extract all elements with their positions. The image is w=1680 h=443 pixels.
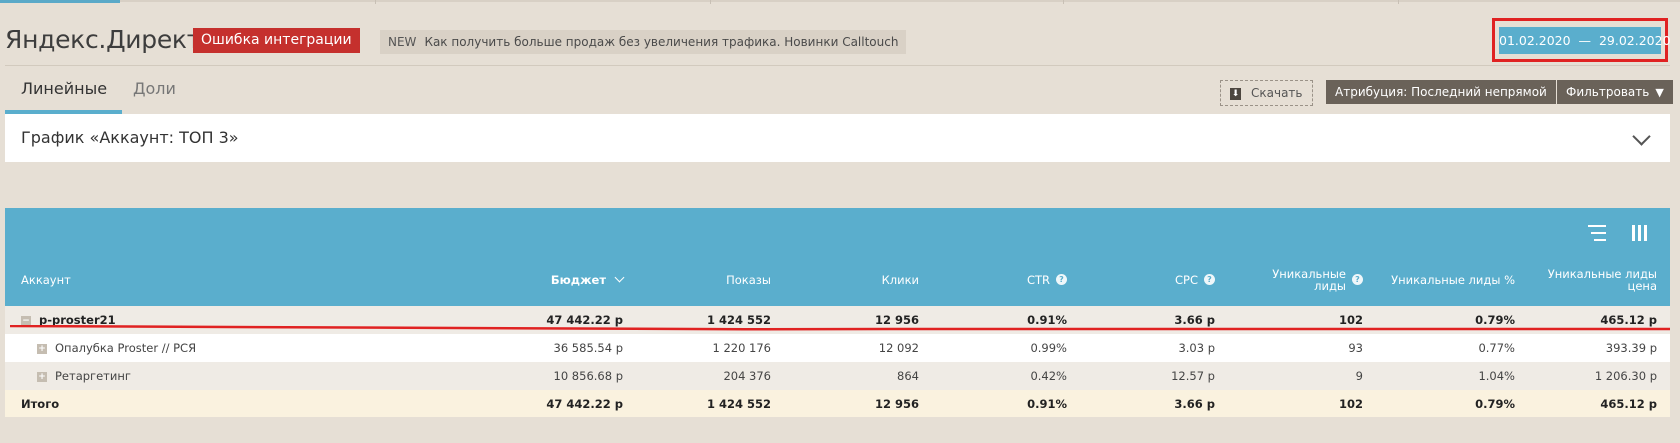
download-label: Скачать (1251, 86, 1303, 100)
unique-leads-pct-cell: 0.77% (1478, 341, 1515, 355)
cpc-cell: 3.66 р (1174, 397, 1215, 411)
col-header-cpc-label: CPC (1175, 272, 1198, 287)
cpc-cell: 12.57 р (1171, 369, 1215, 383)
col-header-ctr-label: CTR (1026, 272, 1050, 287)
help-icon[interactable]: ? (1056, 274, 1067, 285)
page-header: Яндекс.Директ Ошибка интеграции NEW Как п… (0, 22, 1680, 62)
stats-table: Аккаунт Бюджет Показы Клики CTR? CPC? Ун… (5, 208, 1670, 417)
budget-cell: 47 442.22 р (546, 397, 623, 411)
col-header-cpc[interactable]: CPC? (1071, 253, 1215, 306)
expand-icon[interactable]: + (37, 371, 47, 382)
date-range-button[interactable]: 01.02.2020 — 29.02.2020 (1499, 27, 1671, 54)
ctr-cell: 0.99% (1030, 341, 1067, 355)
graph-title: График «Аккаунт: ТОП 3» (21, 128, 239, 147)
graph-panel[interactable]: График «Аккаунт: ТОП 3» (5, 114, 1670, 162)
col-header-unique-leads-label: Уникальные лиды (1272, 266, 1346, 293)
col-header-budget[interactable]: Бюджет (405, 253, 625, 306)
sort-desc-icon (614, 272, 625, 283)
news-text: Как получить больше продаж без увеличени… (424, 35, 899, 49)
table-total-row: Итого 47 442.22 р 1 424 552 12 956 0.91%… (5, 390, 1670, 417)
expand-icon[interactable]: + (37, 343, 47, 354)
news-tag: NEW (388, 35, 417, 49)
campaign-cell: + Ретаргетинг (37, 362, 337, 390)
cpc-cell: 3.03 р (1178, 341, 1215, 355)
top-separator (710, 0, 711, 4)
unique-leads-price-cell: 465.12 р (1600, 397, 1657, 411)
unique-leads-cell: 9 (1355, 369, 1363, 383)
sort-lines-icon[interactable] (1588, 225, 1606, 241)
ctr-cell: 0.42% (1030, 369, 1067, 383)
header-divider (5, 65, 1670, 66)
col-header-unique-leads-price[interactable]: Уникальные лиды цена (1517, 253, 1657, 306)
unique-leads-cell: 93 (1348, 341, 1363, 355)
news-banner[interactable]: NEW Как получить больше продаж без увелич… (380, 30, 907, 54)
clicks-cell: 864 (897, 369, 919, 383)
impressions-cell: 204 376 (723, 369, 771, 383)
col-header-budget-label: Бюджет (550, 272, 606, 287)
ctr-cell: 0.91% (1027, 397, 1067, 411)
page-title: Яндекс.Директ (5, 25, 201, 54)
top-separator (1063, 0, 1064, 4)
col-header-account[interactable]: Аккаунт (21, 253, 321, 306)
red-underline-annotation (10, 325, 1670, 331)
filter-button[interactable]: Фильтровать ▼ (1557, 80, 1673, 104)
help-icon[interactable]: ? (1204, 274, 1215, 285)
clicks-cell: 12 092 (878, 341, 919, 355)
top-separator (375, 0, 376, 4)
col-header-impressions[interactable]: Показы (625, 253, 771, 306)
download-button[interactable]: ⬇ Скачать (1220, 80, 1313, 106)
campaign-name: Опалубка Proster // РСЯ (55, 341, 197, 355)
top-progress-line (0, 0, 1680, 4)
funnel-icon: ▼ (1655, 86, 1664, 99)
budget-cell: 10 856.68 р (553, 369, 623, 383)
col-header-unique-leads[interactable]: Уникальные лиды? (1219, 253, 1363, 306)
col-header-clicks[interactable]: Клики (775, 253, 919, 306)
collapse-icon[interactable]: − (21, 315, 31, 326)
help-icon[interactable]: ? (1352, 274, 1363, 285)
top-active-segment (0, 0, 120, 3)
col-header-ctr[interactable]: CTR? (923, 253, 1067, 306)
total-label: Итого (21, 397, 60, 411)
impressions-cell: 1 424 552 (706, 397, 771, 411)
table-row[interactable]: + Ретаргетинг 10 856.68 р 204 376 864 0.4… (5, 362, 1670, 390)
impressions-cell: 1 220 176 (712, 341, 771, 355)
columns-icon[interactable] (1632, 225, 1648, 241)
campaign-cell: + Опалубка Proster // РСЯ (37, 334, 337, 362)
attribution-button[interactable]: Атрибуция: Последний непрямой (1326, 80, 1556, 104)
integration-error-badge[interactable]: Ошибка интеграции (193, 28, 360, 53)
budget-cell: 36 585.54 р (553, 341, 623, 355)
unique-leads-pct-cell: 1.04% (1478, 369, 1515, 383)
tab-linear[interactable]: Линейные (5, 66, 122, 114)
unique-leads-cell: 102 (1338, 397, 1363, 411)
clicks-cell: 12 956 (874, 397, 919, 411)
filter-label: Фильтровать (1566, 85, 1650, 99)
unique-leads-pct-cell: 0.79% (1475, 397, 1515, 411)
tab-shares[interactable]: Доли (117, 66, 192, 114)
table-toolbar (5, 208, 1670, 253)
table-header: Аккаунт Бюджет Показы Клики CTR? CPC? Ун… (5, 253, 1670, 306)
campaign-name: Ретаргетинг (55, 369, 131, 383)
chevron-down-icon[interactable] (1632, 127, 1651, 146)
top-separator (1398, 0, 1399, 4)
unique-leads-price-cell: 393.39 р (1605, 341, 1657, 355)
table-row[interactable]: + Опалубка Proster // РСЯ 36 585.54 р 1 2… (5, 334, 1670, 362)
unique-leads-price-cell: 1 206.30 р (1594, 369, 1657, 383)
download-icon: ⬇ (1230, 87, 1241, 100)
col-header-unique-leads-price-label: Уникальные лиды цена (1547, 266, 1657, 293)
col-header-unique-leads-pct[interactable]: Уникальные лиды % (1367, 253, 1515, 306)
